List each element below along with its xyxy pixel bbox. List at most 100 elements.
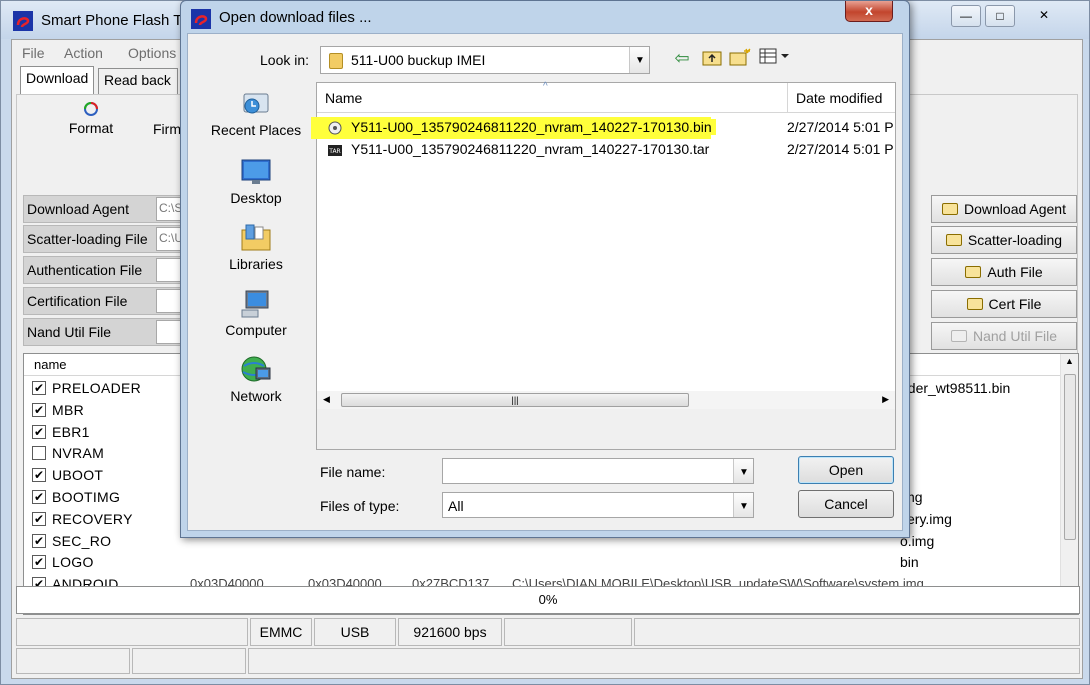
place-recent-places[interactable]: Recent Places	[196, 88, 316, 148]
partition-file: ader_wt98511.bin	[900, 380, 1011, 396]
status-cell-empty-1	[16, 618, 248, 646]
partition-row[interactable]: ✔ LOGO bin	[32, 552, 1052, 574]
progress-bar: 0%	[16, 586, 1080, 614]
folder-open-icon	[965, 266, 982, 278]
cert-file-button[interactable]: Cert File	[931, 290, 1077, 318]
scroll-right-icon[interactable]: ▶	[882, 394, 889, 405]
menu-action[interactable]: Action	[64, 45, 103, 61]
partition-file: bin	[900, 554, 919, 570]
scatter-loading-button[interactable]: Scatter-loading	[931, 226, 1077, 254]
menu-options[interactable]: Options	[128, 45, 176, 61]
download-agent-button-label: Download Agent	[964, 201, 1066, 217]
partition-checkbox[interactable]: ✔	[32, 381, 46, 395]
files-of-type-dropdown[interactable]: All ▼	[442, 492, 754, 518]
places-bar: Recent Places Desktop Libraries Computer…	[196, 82, 316, 482]
look-in-dropdown[interactable]: 511-U00 buckup IMEI ▼	[320, 46, 650, 74]
download-agent-button[interactable]: Download Agent	[931, 195, 1077, 223]
place-network[interactable]: Network	[196, 354, 316, 414]
place-computer[interactable]: Computer	[196, 288, 316, 348]
certification-label: Certification File	[27, 293, 128, 309]
dialog-app-icon	[191, 9, 211, 29]
place-computer-label: Computer	[225, 322, 287, 338]
chevron-down-icon: ▼	[739, 467, 749, 478]
auth-file-button[interactable]: Auth File	[931, 258, 1077, 286]
scroll-left-icon[interactable]: ◀	[323, 394, 330, 405]
view-menu-icon[interactable]	[758, 48, 792, 70]
files-of-type-value: All	[448, 498, 464, 514]
nand-util-row: Nand Util File	[23, 318, 196, 346]
look-in-label: Look in:	[260, 52, 310, 68]
auth-file-button-label: Auth File	[987, 264, 1043, 280]
maximize-button[interactable]: □	[985, 5, 1015, 27]
open-button[interactable]: Open	[798, 456, 894, 484]
folder-open-icon	[966, 298, 983, 310]
status-storage: EMMC	[250, 618, 312, 646]
menu-file[interactable]: File	[22, 45, 45, 61]
chevron-down-icon: ▼	[635, 55, 645, 66]
files-of-type-dropdown-button[interactable]: ▼	[733, 493, 753, 517]
up-folder-icon[interactable]	[700, 48, 724, 70]
tab-download[interactable]: Download	[20, 66, 94, 94]
partition-checkbox[interactable]: ✔	[32, 403, 46, 417]
partition-checkbox[interactable]: ✔	[32, 512, 46, 526]
format-button[interactable]: Format	[61, 101, 121, 145]
folder-icon	[329, 53, 343, 69]
nand-util-file-button[interactable]: Nand Util File	[931, 322, 1077, 350]
list-vertical-scrollbar[interactable]: ▲ ▼	[1060, 354, 1078, 598]
file-list-header: ^ Name Date modified	[317, 81, 895, 113]
place-desktop[interactable]: Desktop	[196, 156, 316, 216]
partition-checkbox[interactable]: ✔	[32, 468, 46, 482]
partition-checkbox[interactable]: ✔	[32, 425, 46, 439]
file-row-bin[interactable]: Y511-U00_135790246811220_nvram_140227-17…	[311, 117, 894, 139]
look-in-dropdown-button[interactable]: ▼	[629, 47, 649, 73]
partition-checkbox[interactable]: ✔	[32, 534, 46, 548]
scroll-up-icon[interactable]: ▲	[1065, 356, 1074, 366]
look-in-value: 511-U00 buckup IMEI	[351, 52, 486, 68]
folder-open-icon	[945, 234, 962, 246]
tab-read-back[interactable]: Read back	[98, 68, 178, 94]
close-app-button[interactable]: ✕	[1019, 5, 1069, 27]
cancel-button[interactable]: Cancel	[798, 490, 894, 518]
dialog-close-button[interactable]: x	[845, 1, 893, 22]
download-agent-label: Download Agent	[27, 201, 129, 217]
partition-name: RECOVERY	[52, 511, 133, 527]
format-label: Format	[68, 120, 114, 136]
status-port: USB	[314, 618, 396, 646]
partition-checkbox[interactable]: ✔	[32, 555, 46, 569]
dialog-titlebar[interactable]: Open download files ... x	[181, 1, 909, 33]
column-name-header[interactable]: name	[34, 357, 67, 372]
new-folder-icon[interactable]	[728, 48, 752, 70]
list-vscroll-thumb[interactable]	[1064, 374, 1076, 540]
minimize-button[interactable]: —	[951, 5, 981, 27]
column-name[interactable]: Name	[325, 90, 362, 106]
partition-checkbox[interactable]: ✔	[32, 490, 46, 504]
file-name-combo[interactable]: ▼	[442, 458, 754, 484]
file-name-dropdown-button[interactable]: ▼	[733, 459, 753, 483]
place-libraries-label: Libraries	[229, 256, 283, 272]
file-list: ^ Name Date modified Y511-U00_1357902468…	[311, 81, 896, 450]
scatter-loading-label: Scatter-loading File	[27, 231, 148, 247]
partition-checkbox[interactable]	[32, 446, 46, 460]
place-network-label: Network	[230, 388, 282, 404]
nand-util-label: Nand Util File	[27, 324, 112, 340]
folder-open-icon	[942, 203, 959, 215]
file-name-label: File name:	[320, 464, 386, 480]
file-row-tar[interactable]: TAR Y511-U00_135790246811220_nvram_14022…	[321, 139, 894, 161]
progress-text: 0%	[538, 592, 558, 607]
file-list-hscroll-thumb[interactable]: |||	[341, 393, 689, 407]
authentication-label: Authentication File	[27, 262, 143, 278]
place-libraries[interactable]: Libraries	[196, 222, 316, 282]
tar-archive-icon: TAR	[328, 145, 342, 156]
bin-file-icon	[328, 121, 342, 135]
place-recent-places-label: Recent Places	[210, 122, 302, 138]
file-date-tar: 2/27/2014 5:01 P	[787, 141, 894, 157]
format-icon	[84, 102, 98, 116]
column-date-modified[interactable]: Date modified	[787, 83, 882, 113]
back-icon[interactable]: ⇦	[670, 48, 694, 70]
file-list-hscrollbar[interactable]: ◀ ||| ▶	[317, 391, 895, 409]
status-cell-row2-2	[132, 648, 246, 674]
cert-file-button-label: Cert File	[988, 296, 1042, 312]
desktop-icon	[241, 159, 271, 184]
app-logo-icon	[13, 11, 33, 31]
file-list-footer	[317, 409, 895, 449]
